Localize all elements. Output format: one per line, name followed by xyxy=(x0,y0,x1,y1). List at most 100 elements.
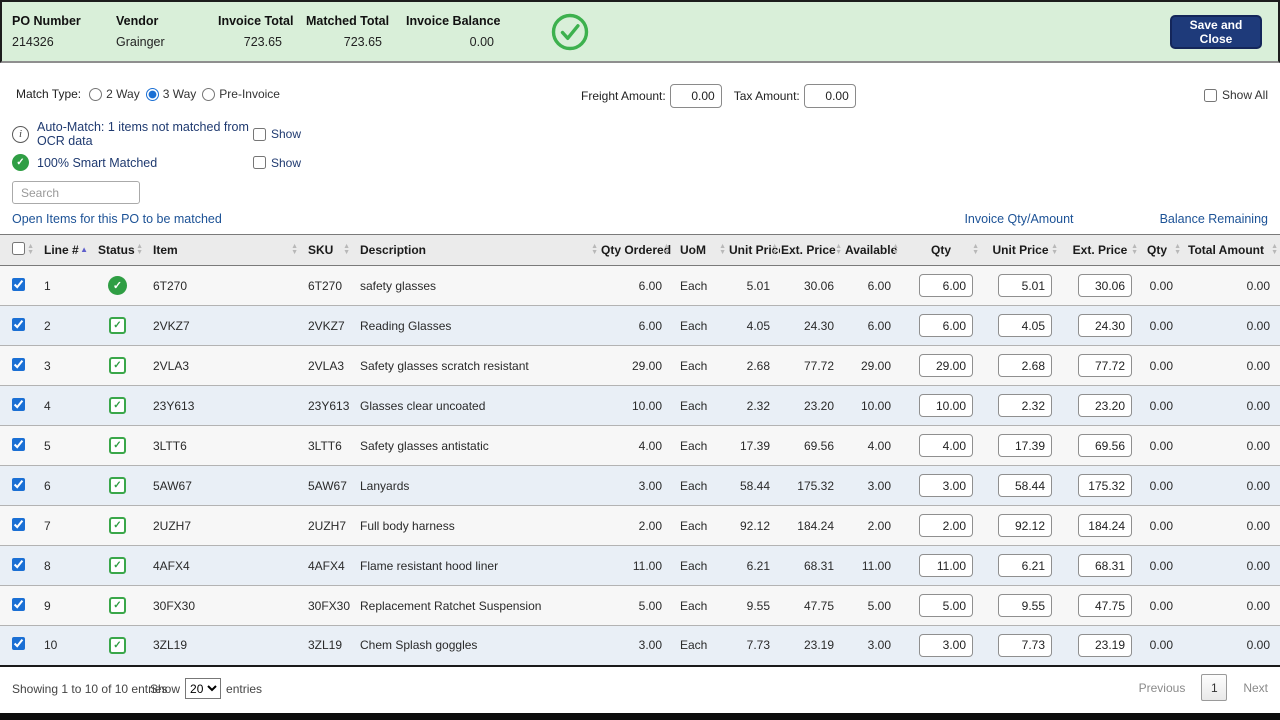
column-header[interactable]: Description ▲ ▼ xyxy=(352,234,600,266)
match-type-option-3way[interactable]: 3 Way xyxy=(145,87,196,101)
invoice-ext-price-input[interactable] xyxy=(1078,354,1132,377)
previous-page-button[interactable]: Previous xyxy=(1139,681,1186,695)
match-type-radio[interactable] xyxy=(145,87,159,101)
invoice-ext-price-input[interactable] xyxy=(1078,474,1132,497)
sort-icon[interactable]: ▲ ▼ xyxy=(291,243,298,256)
invoice-ext-price-input[interactable] xyxy=(1078,434,1132,457)
sort-icon[interactable]: ▲ ▼ xyxy=(972,243,979,256)
sort-icon[interactable]: ▲ ▼ xyxy=(719,243,726,256)
page-number-button[interactable]: 1 xyxy=(1201,674,1228,701)
show-all-checkbox[interactable] xyxy=(1203,88,1217,102)
column-header[interactable]: Item ▲ ▼ xyxy=(145,234,300,266)
freight-amount-input[interactable] xyxy=(669,84,722,108)
row-select-checkbox[interactable] xyxy=(11,477,25,491)
column-header[interactable]: Ext. Price ▲ ▼ xyxy=(1060,234,1140,266)
invoice-qty-input[interactable] xyxy=(919,633,973,657)
invoice-qty-input[interactable] xyxy=(919,594,973,617)
column-header[interactable]: Qty ▲ ▼ xyxy=(1140,234,1183,266)
invoice-unit-price-input[interactable] xyxy=(998,394,1052,417)
select-all-checkbox[interactable] xyxy=(11,242,25,255)
invoice-qty-input[interactable] xyxy=(919,394,973,417)
column-header[interactable]: Status ▲ ▼ xyxy=(90,234,145,266)
sort-icon[interactable]: ▲ xyxy=(80,246,88,254)
smart-match-check-icon: ✓ xyxy=(12,154,29,171)
row-select-checkbox[interactable] xyxy=(11,357,25,371)
column-header[interactable]: Qty Ordered ▲ ▼ xyxy=(600,234,672,266)
invoice-ext-price-input[interactable] xyxy=(1078,633,1132,657)
sort-icon[interactable]: ▲ ▼ xyxy=(835,243,842,256)
row-select-checkbox[interactable] xyxy=(11,597,25,611)
column-header[interactable]: Qty ▲ ▼ xyxy=(901,234,981,266)
show-all-toggle[interactable]: Show All xyxy=(1203,88,1268,102)
page-size-select[interactable]: 20 xyxy=(185,678,222,699)
sort-icon[interactable]: ▲ ▼ xyxy=(27,243,34,256)
sort-icon[interactable]: ▲ ▼ xyxy=(1174,243,1181,256)
column-header[interactable]: Unit Price ▲ ▼ xyxy=(981,234,1060,266)
smart-match-show-toggle[interactable]: Show xyxy=(253,156,301,170)
sort-icon[interactable]: ▲ ▼ xyxy=(892,243,899,256)
row-select-checkbox[interactable] xyxy=(11,277,25,291)
match-type-radio[interactable] xyxy=(202,87,216,101)
invoice-ext-price-input[interactable] xyxy=(1078,514,1132,537)
column-header[interactable]: UoM ▲ ▼ xyxy=(672,234,728,266)
sort-icon[interactable]: ▲ ▼ xyxy=(1271,243,1278,256)
invoice-unit-price-input[interactable] xyxy=(998,633,1052,657)
match-type-radio[interactable] xyxy=(89,87,103,101)
match-type-option-2way[interactable]: 2 Way xyxy=(89,87,140,101)
invoice-unit-price-input[interactable] xyxy=(998,554,1052,577)
invoice-unit-price-input[interactable] xyxy=(998,274,1052,297)
invoice-qty-input[interactable] xyxy=(919,514,973,537)
row-select-cell xyxy=(0,625,36,667)
cell-description: Replacement Ratchet Suspension xyxy=(352,585,600,626)
invoice-ext-price-input[interactable] xyxy=(1078,554,1132,577)
select-all-header[interactable]: ▲ ▼ xyxy=(0,234,36,266)
table-row: 9 ✓ 30FX30 30FX30 Replacement Ratchet Suspen… xyxy=(0,585,1280,626)
invoice-unit-price-input[interactable] xyxy=(998,354,1052,377)
column-header[interactable]: SKU ▲ ▼ xyxy=(300,234,352,266)
invoice-ext-price-input[interactable] xyxy=(1078,274,1132,297)
column-header[interactable]: Available ▲ ▼ xyxy=(844,234,901,266)
invoice-qty-input[interactable] xyxy=(919,474,973,497)
column-header-label: SKU xyxy=(308,243,334,257)
sort-icon[interactable]: ▲ ▼ xyxy=(136,243,143,256)
invoice-ext-price-input[interactable] xyxy=(1078,594,1132,617)
sort-icon[interactable]: ▲ ▼ xyxy=(1051,243,1058,256)
invoice-qty-input[interactable] xyxy=(919,554,973,577)
smart-match-show-checkbox[interactable] xyxy=(253,156,266,169)
sort-icon[interactable]: ▲ ▼ xyxy=(343,243,350,256)
column-header[interactable]: Ext. Price ▲ ▼ xyxy=(780,234,844,266)
auto-match-show-toggle[interactable]: Show xyxy=(253,127,301,141)
row-select-checkbox[interactable] xyxy=(11,437,25,451)
match-type-option-preinvoice[interactable]: Pre-Invoice xyxy=(202,87,280,101)
search-input[interactable] xyxy=(12,181,140,204)
column-header[interactable]: Total Amount ▲ ▼ xyxy=(1183,234,1280,266)
cell-line: 1 xyxy=(36,265,90,306)
row-select-checkbox[interactable] xyxy=(11,557,25,571)
row-select-checkbox[interactable] xyxy=(11,517,25,531)
invoice-ext-price-input[interactable] xyxy=(1078,314,1132,337)
sort-icon[interactable]: ▲ ▼ xyxy=(771,243,778,256)
invoice-unit-price-input[interactable] xyxy=(998,474,1052,497)
sort-icon[interactable]: ▲ ▼ xyxy=(1131,243,1138,256)
column-header[interactable]: Line # ▲ xyxy=(36,234,90,266)
invoice-unit-price-input[interactable] xyxy=(998,594,1052,617)
tax-amount-input[interactable] xyxy=(803,84,856,108)
row-select-checkbox[interactable] xyxy=(11,397,25,411)
invoice-qty-input[interactable] xyxy=(919,434,973,457)
row-select-checkbox[interactable] xyxy=(11,637,25,651)
invoice-qty-input[interactable] xyxy=(919,274,973,297)
invoice-unit-price-input[interactable] xyxy=(998,314,1052,337)
invoice-qty-input[interactable] xyxy=(919,314,973,337)
next-page-button[interactable]: Next xyxy=(1243,681,1268,695)
invoice-ext-price-input[interactable] xyxy=(1078,394,1132,417)
invoice-qty-input[interactable] xyxy=(919,354,973,377)
cell-item: 2VLA3 xyxy=(145,345,300,386)
sort-icon[interactable]: ▲ ▼ xyxy=(591,243,598,256)
row-select-checkbox[interactable] xyxy=(11,317,25,331)
column-header[interactable]: Unit Price ▲ ▼ xyxy=(728,234,785,266)
invoice-unit-price-input[interactable] xyxy=(998,514,1052,537)
sort-icon[interactable]: ▲ ▼ xyxy=(663,243,670,256)
save-and-close-button[interactable]: Save and Close xyxy=(1170,14,1262,49)
auto-match-show-checkbox[interactable] xyxy=(253,127,266,141)
invoice-unit-price-input[interactable] xyxy=(998,434,1052,457)
